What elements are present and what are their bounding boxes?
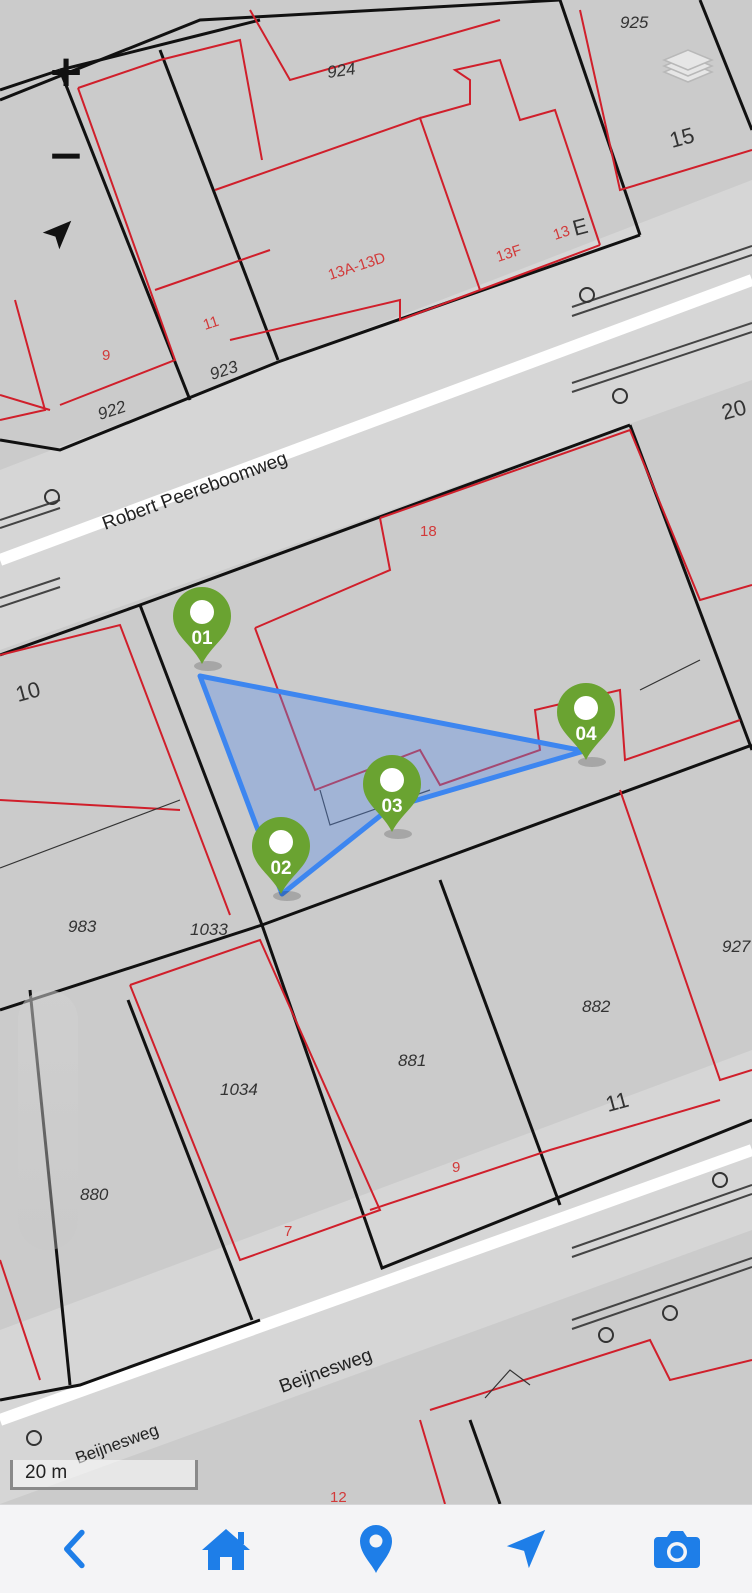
chevron-left-icon [64, 1529, 85, 1569]
bottom-toolbar [0, 1504, 752, 1593]
marker-label: 01 [191, 628, 213, 649]
layers-icon [662, 49, 714, 83]
parcel-number: 880 [80, 1185, 109, 1204]
parcel-number: 927 [722, 937, 751, 956]
house-number: 7 [284, 1223, 292, 1240]
parcel-number: 925 [620, 13, 649, 32]
house-number: 12 [330, 1489, 347, 1504]
camera-button[interactable] [637, 1514, 717, 1584]
parcel-number: 924 [326, 59, 357, 82]
zoom-in-label: + [47, 46, 85, 97]
navigation-arrow-icon [507, 1529, 546, 1569]
parcel-number: 983 [68, 917, 97, 936]
home-icon [201, 1529, 250, 1570]
navigate-button[interactable] [486, 1514, 566, 1584]
parcel-number: 1033 [190, 920, 228, 939]
side-drawer-handle[interactable] [18, 990, 78, 1250]
marker-label: 02 [270, 858, 291, 879]
house-number: 9 [452, 1159, 460, 1176]
marker-label: 04 [575, 724, 597, 745]
camera-icon [653, 1531, 700, 1568]
house-number: 9 [102, 347, 110, 364]
house-number: 18 [420, 523, 437, 540]
scale-bar: 20 m [10, 1460, 198, 1490]
zoom-in-button[interactable]: + [38, 44, 94, 100]
parcel-number: 881 [398, 1051, 426, 1070]
navigation-arrow-icon [42, 220, 72, 250]
zoom-out-button[interactable]: − [38, 128, 94, 184]
marker-label: 03 [381, 796, 402, 817]
add-marker-button[interactable] [336, 1514, 416, 1584]
layers-button[interactable] [660, 36, 720, 96]
scale-label: 20 m [25, 1462, 68, 1483]
back-button[interactable] [35, 1514, 115, 1584]
map-pin-icon [359, 1525, 392, 1573]
map-view[interactable]: 925 924 922 923 983 1033 1034 880 881 88… [0, 0, 752, 1504]
home-button[interactable] [186, 1514, 266, 1584]
cadastral-map: 925 924 922 923 983 1033 1034 880 881 88… [0, 0, 752, 1504]
locate-button[interactable] [38, 216, 94, 272]
zoom-out-label: − [47, 130, 85, 181]
parcel-number: 1034 [220, 1080, 258, 1099]
parcel-number: 882 [582, 997, 611, 1016]
